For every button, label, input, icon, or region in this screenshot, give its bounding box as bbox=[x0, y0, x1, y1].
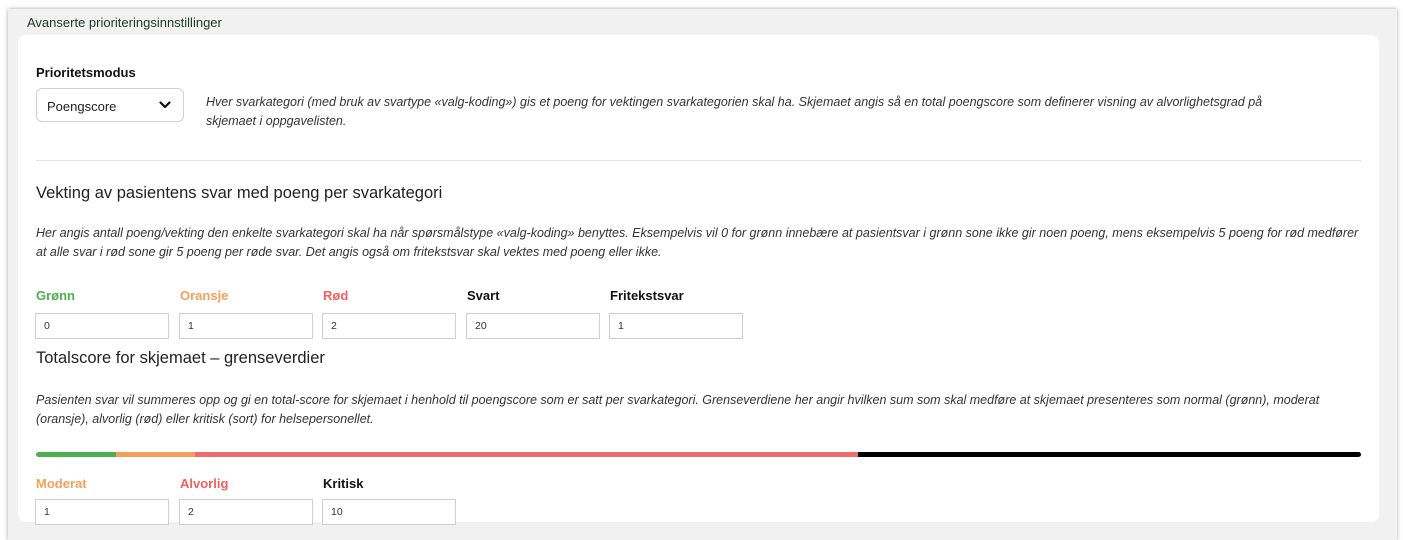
weight-input-green[interactable] bbox=[35, 313, 169, 339]
threshold-input-moderate[interactable] bbox=[35, 499, 169, 525]
threshold-label-severe: Alvorlig bbox=[180, 476, 229, 491]
weight-input-freetext[interactable] bbox=[609, 313, 743, 339]
weighting-heading: Vekting av pasientens svar med poeng per… bbox=[36, 184, 443, 202]
section-divider bbox=[36, 160, 1361, 161]
weighting-description: Her angis antall poeng/vekting den enkel… bbox=[36, 226, 1359, 259]
priority-mode-label: Prioritetsmodus bbox=[36, 65, 136, 80]
weight-input-red[interactable] bbox=[322, 313, 456, 339]
scale-segment-critical bbox=[858, 452, 1361, 457]
threshold-input-severe[interactable] bbox=[179, 499, 313, 525]
priority-mode-select[interactable]: Poengscore bbox=[36, 88, 184, 122]
weight-label-black: Svart bbox=[467, 288, 500, 303]
weight-label-freetext: Fritekstsvar bbox=[610, 288, 684, 303]
threshold-label-critical: Kritisk bbox=[323, 476, 364, 491]
weight-input-orange[interactable] bbox=[179, 313, 313, 339]
weight-label-orange: Oransje bbox=[180, 288, 229, 303]
scale-segment-moderate bbox=[116, 452, 195, 457]
threshold-input-critical[interactable] bbox=[322, 499, 456, 525]
panel-title: Avanserte prioriteringsinnstillinger bbox=[27, 15, 222, 30]
priority-mode-value: Poengscore bbox=[47, 99, 117, 114]
weight-input-black[interactable] bbox=[466, 313, 600, 339]
thresholds-description: Pasienten svar vil summeres opp og gi en… bbox=[36, 393, 1320, 426]
chevron-down-icon bbox=[159, 101, 171, 109]
thresholds-heading: Totalscore for skjemaet – grenseverdier bbox=[36, 349, 325, 367]
priority-mode-description: Hver svarkategori (med bruk av svartype … bbox=[206, 95, 1263, 128]
scale-segment-normal bbox=[36, 452, 116, 457]
weight-label-red: Rød bbox=[323, 288, 349, 303]
weight-label-green: Grønn bbox=[36, 288, 75, 303]
scale-segment-severe bbox=[195, 452, 858, 457]
threshold-label-moderate: Moderat bbox=[36, 476, 87, 491]
